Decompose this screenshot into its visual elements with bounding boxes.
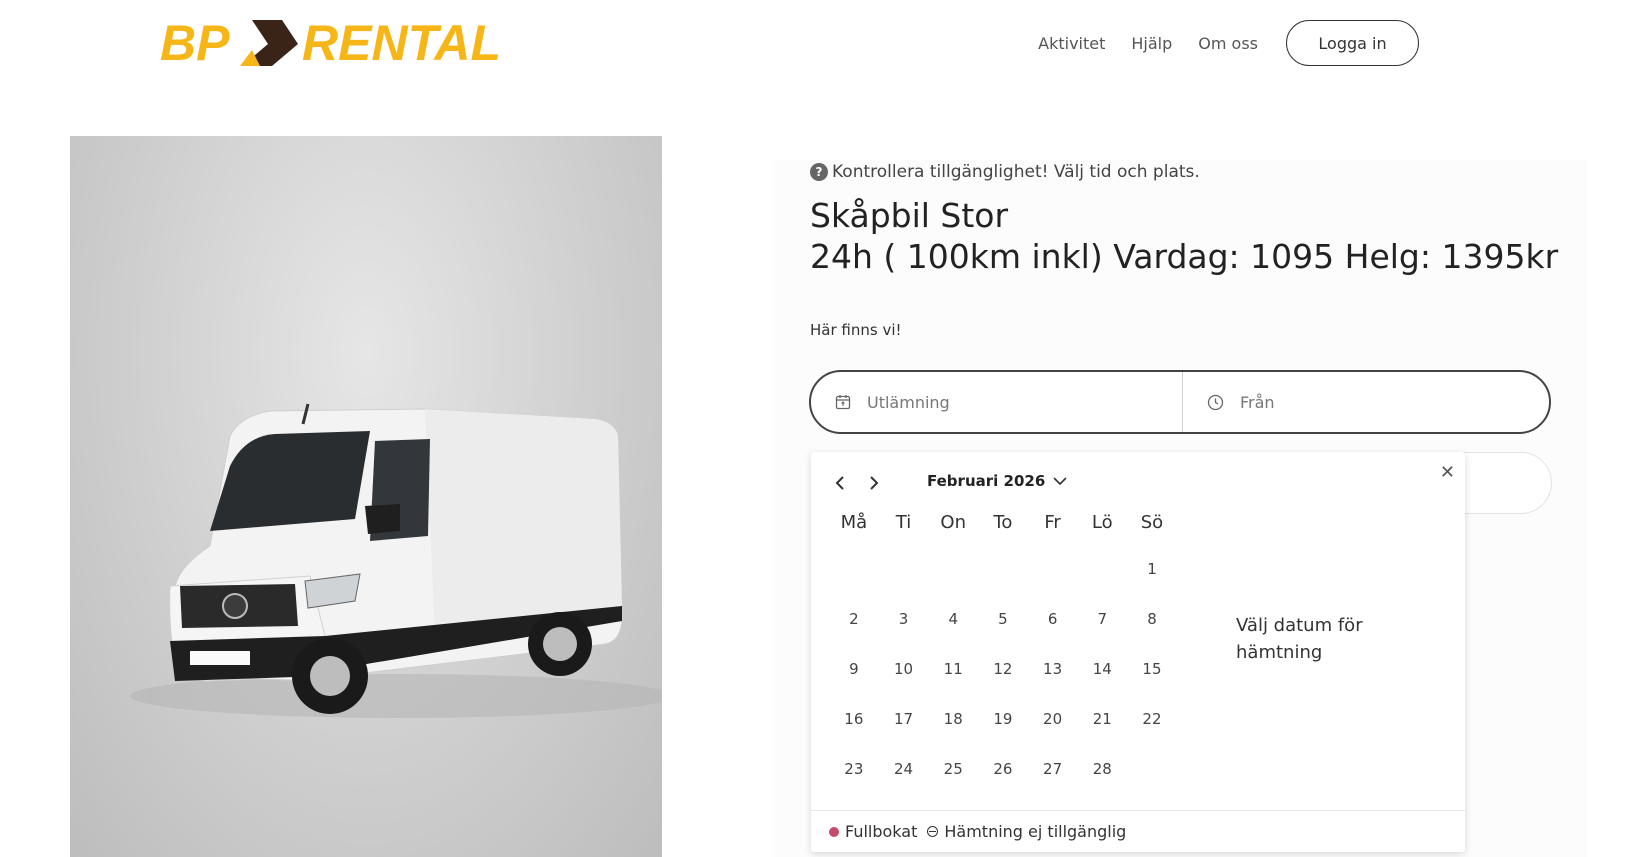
product-price: 24h ( 100km inkl) Vardag: 1095 Helg: 139… [810, 237, 1559, 276]
nav-item-om-oss[interactable]: Om oss [1198, 34, 1258, 53]
pickup-time-field[interactable]: Från [1183, 372, 1549, 432]
calendar-popup: Februari 2026 ✕ Må Ti On To Fr Lö Sö 123… [811, 452, 1465, 852]
chevron-right-icon [870, 476, 879, 490]
brand-logo[interactable]: BP RENTAL [160, 14, 530, 74]
calendar-day[interactable]: 9 [829, 644, 879, 694]
calendar-day[interactable]: 7 [1077, 594, 1127, 644]
calendar-day[interactable]: 10 [879, 644, 929, 694]
calendar-day-empty [829, 544, 879, 594]
calendar-day[interactable]: 19 [978, 694, 1028, 744]
pickup-date-placeholder: Utlämning [867, 392, 950, 412]
logo-text-rental: RENTAL [302, 15, 501, 71]
pickup-time-placeholder: Från [1240, 392, 1275, 412]
calendar-day[interactable]: 21 [1077, 694, 1127, 744]
pickup-date-field[interactable]: Utlämning [811, 372, 1183, 432]
calendar-day[interactable]: 6 [1028, 594, 1078, 644]
weekday-label: Sö [1140, 512, 1164, 533]
calendar-day[interactable]: 3 [879, 594, 929, 644]
days-grid: 1 2 3 4 5 6 7 8 9 10 11 12 13 14 15 16 17 18 19 20 21 22 23 24 2… [829, 544, 1177, 794]
calendar-day-empty [1077, 544, 1127, 594]
calendar-day[interactable]: 22 [1127, 694, 1177, 744]
calendar-day[interactable]: 4 [928, 594, 978, 644]
van-illustration [130, 403, 662, 718]
calendar-day[interactable]: 12 [978, 644, 1028, 694]
date-time-picker: Utlämning Från [809, 370, 1551, 434]
product-image [70, 136, 662, 857]
calendar-day[interactable]: 8 [1127, 594, 1177, 644]
chevron-down-icon [1053, 476, 1067, 485]
weekday-label: Lö [1091, 512, 1113, 533]
month-label: Februari 2026 [927, 472, 1046, 490]
help-icon[interactable]: ? [810, 163, 828, 181]
availability-hint-text: Kontrollera tillgänglighet! Välj tid och… [832, 162, 1200, 182]
calendar-day[interactable]: 11 [928, 644, 978, 694]
legend-fullbokat-label: Fullbokat [845, 822, 918, 841]
weekday-label: Fr [1044, 512, 1061, 533]
calendar-day[interactable]: 16 [829, 694, 879, 744]
calendar-legend: Fullbokat Hämtning ej tillgänglig [811, 810, 1465, 852]
nav-item-hjalp[interactable]: Hjälp [1131, 34, 1172, 53]
calendar-day[interactable]: 1 [1127, 544, 1177, 594]
calendar-day[interactable]: 14 [1077, 644, 1127, 694]
fullbokat-dot-icon [829, 826, 839, 837]
chevron-left-icon [835, 476, 844, 490]
weekday-label: To [993, 512, 1013, 533]
product-title: Skåpbil Stor [810, 196, 1009, 235]
next-month-button[interactable] [863, 472, 885, 494]
weekday-header: Må Ti On To Fr Lö Sö [829, 512, 1177, 533]
calendar-day[interactable]: 28 [1077, 744, 1127, 794]
calendar-day-empty [879, 544, 929, 594]
calendar-icon [835, 395, 851, 410]
calendar-day[interactable]: 20 [1028, 694, 1078, 744]
calendar-day[interactable]: 26 [978, 744, 1028, 794]
calendar-day[interactable]: 24 [879, 744, 929, 794]
location-label: Här finns vi! [810, 321, 902, 339]
availability-hint: ? Kontrollera tillgänglighet! Välj tid o… [810, 162, 1200, 182]
legend-unavailable-label: Hämtning ej tillgänglig [944, 822, 1127, 841]
clock-icon [1207, 394, 1224, 410]
calendar-day[interactable]: 18 [928, 694, 978, 744]
main-nav: Aktivitet Hjälp Om oss Logga in [1012, 20, 1419, 66]
calendar-day[interactable]: 25 [928, 744, 978, 794]
legend-unavailable: Hämtning ej tillgänglig [927, 822, 1126, 841]
calendar-day-empty [928, 544, 978, 594]
calendar-day-empty [1127, 744, 1177, 794]
calendar-day-empty [1028, 544, 1078, 594]
calendar-day[interactable]: 23 [829, 744, 879, 794]
month-selector[interactable]: Februari 2026 [927, 472, 1067, 490]
calendar-day[interactable]: 27 [1028, 744, 1078, 794]
legend-fullbokat: Fullbokat [829, 822, 917, 841]
prev-month-button[interactable] [829, 472, 851, 494]
calendar-day[interactable]: 5 [978, 594, 1028, 644]
weekday-label: Må [840, 512, 868, 533]
calendar-day-empty [978, 544, 1028, 594]
weekday-label: On [940, 512, 966, 533]
weekday-label: Ti [895, 512, 912, 533]
login-button[interactable]: Logga in [1286, 20, 1419, 66]
calendar-day[interactable]: 15 [1127, 644, 1177, 694]
unavailable-icon [927, 826, 939, 837]
calendar-day[interactable]: 2 [829, 594, 879, 644]
calendar-day[interactable]: 17 [879, 694, 929, 744]
nav-item-aktivitet[interactable]: Aktivitet [1038, 34, 1105, 53]
close-icon[interactable]: ✕ [1440, 462, 1455, 483]
calendar-day[interactable]: 13 [1028, 644, 1078, 694]
calendar-side-message: Välj datum för hämtning [1236, 615, 1363, 663]
logo-text-bp: BP [160, 15, 230, 71]
